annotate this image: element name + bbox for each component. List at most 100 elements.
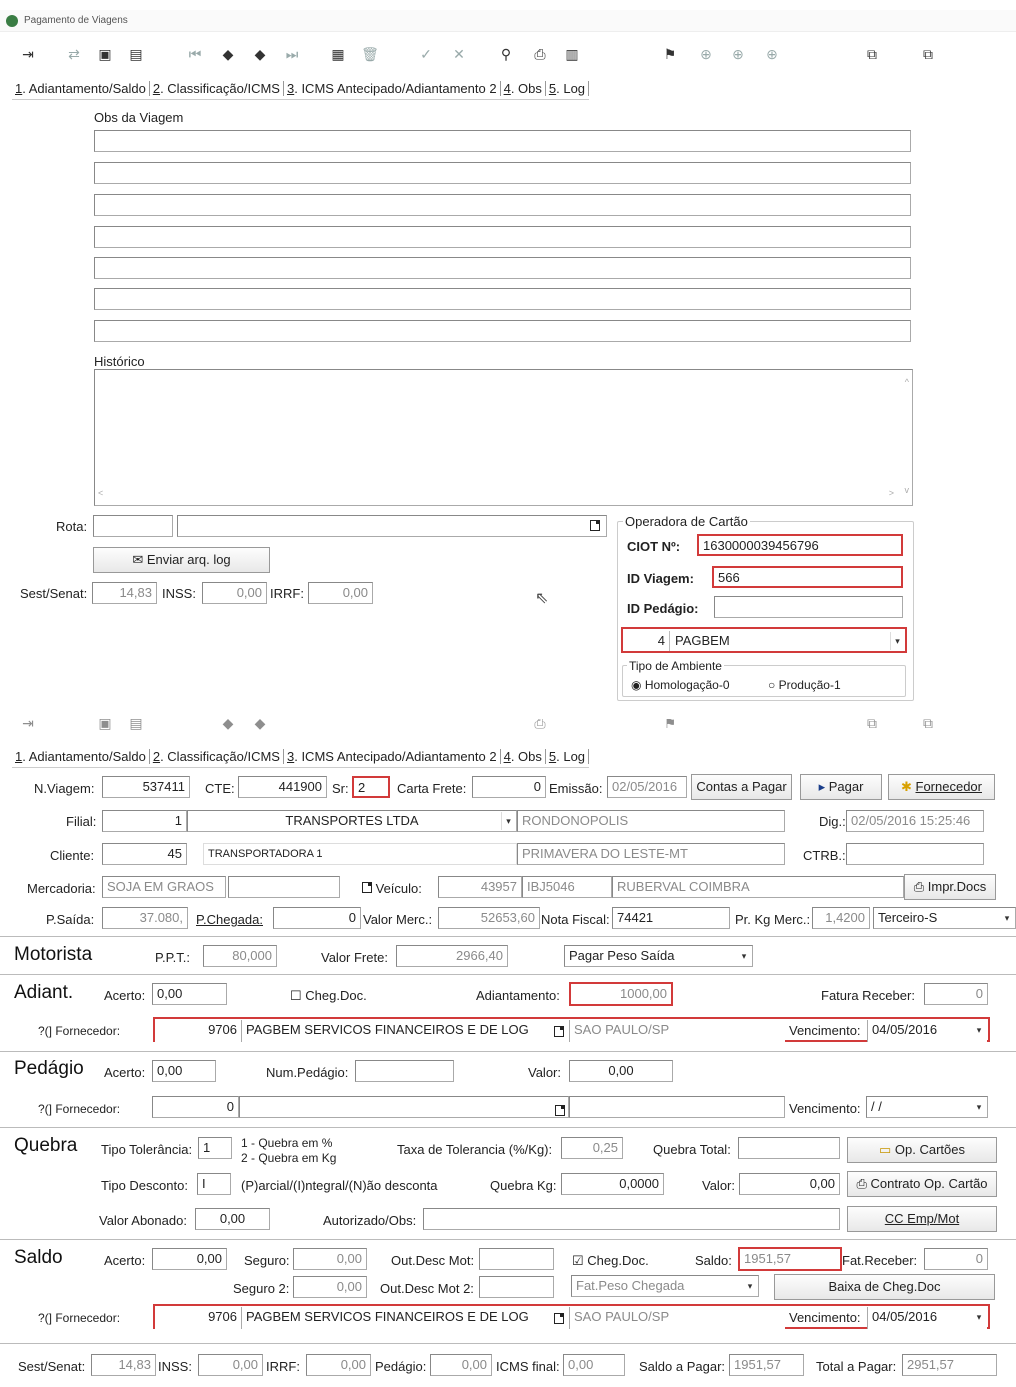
pedagio-acerto-input[interactable]: 0,00: [152, 1060, 216, 1082]
chevron-down-icon[interactable]: ▾: [1000, 909, 1014, 927]
obs-line-6[interactable]: [94, 288, 911, 310]
tab-log[interactable]: 5. Log: [546, 81, 590, 96]
radio-producao[interactable]: ○ Produção-1: [768, 678, 841, 692]
scroll-down-icon[interactable]: v: [905, 480, 910, 500]
users-icon[interactable]: ⚑: [660, 44, 680, 64]
contas-pagar-button[interactable]: Contas a Pagar: [691, 774, 792, 800]
inss-input[interactable]: 0,00: [202, 582, 267, 604]
tab-icms[interactable]: 3. ICMS Antecipado/Adiantamento 2: [284, 749, 501, 764]
obs-line-4[interactable]: [94, 226, 911, 248]
historico-textarea[interactable]: ^ v < >: [94, 369, 913, 506]
enviar-log-button[interactable]: ✉ Enviar arq. log: [93, 547, 270, 573]
tab-obs[interactable]: 4. Obs: [500, 81, 546, 96]
rota-code-input[interactable]: [93, 515, 173, 537]
obs-line-7[interactable]: [94, 320, 911, 342]
seguro2-input[interactable]: 0,00: [293, 1276, 367, 1298]
numpedagio-input[interactable]: [355, 1060, 454, 1082]
tab-adiantamento[interactable]: 1. Adiantamento/Saldo: [12, 81, 150, 96]
zoom-in-icon[interactable]: ⊕: [728, 44, 748, 64]
document-icon[interactable]: [555, 1105, 565, 1116]
next-record-icon[interactable]: ◆: [250, 44, 270, 64]
cte-input[interactable]: 441900: [238, 776, 327, 798]
new-icon[interactable]: ▤: [126, 44, 146, 64]
tab-classificacao[interactable]: 2. Classificação/ICMS: [150, 749, 284, 764]
prev-record-icon[interactable]: ◆: [218, 44, 238, 64]
tab-icms[interactable]: 3. ICMS Antecipado/Adiantamento 2: [284, 81, 501, 96]
filial-name-select[interactable]: TRANSPORTES LTDA ▾: [187, 810, 517, 832]
nviagem-input[interactable]: 537411: [102, 776, 190, 798]
prkg-input[interactable]: 1,4200: [812, 907, 870, 929]
rota-name-input[interactable]: [177, 515, 607, 537]
fornecedor-button[interactable]: ✱ Fornecedor: [888, 774, 995, 800]
prev-record-icon[interactable]: ◆: [218, 719, 238, 731]
veiculo-label[interactable]: Veículo:: [362, 881, 422, 896]
op-cartoes-button[interactable]: ▭ Op. Cartões: [847, 1137, 997, 1163]
footer-inss-input[interactable]: 0,00: [198, 1354, 263, 1376]
calculator-icon[interactable]: ▥: [562, 44, 582, 64]
quebra-kg-input[interactable]: 0,0000: [561, 1173, 664, 1195]
fat-peso-select[interactable]: Fat.Peso Chegada ▾: [571, 1275, 759, 1297]
pchegada-input[interactable]: 0: [273, 907, 361, 929]
zoom-icon[interactable]: ⊕: [696, 44, 716, 64]
adiant-forn-code[interactable]: 9706: [155, 1020, 242, 1042]
fatura-input[interactable]: 0: [924, 983, 988, 1005]
pagar-button[interactable]: ▸ Pagar: [800, 774, 882, 800]
valormerc-input[interactable]: 52653,60: [438, 907, 540, 929]
idpedagio-input[interactable]: [714, 596, 903, 618]
chevron-down-icon[interactable]: ▾: [972, 1308, 986, 1326]
chevron-down-icon[interactable]: ▾: [501, 812, 515, 830]
scroll-right-icon[interactable]: >: [889, 483, 894, 503]
sest-input[interactable]: 14,83: [92, 582, 157, 604]
footer-icms-input[interactable]: 0,00: [563, 1354, 625, 1376]
open-icon[interactable]: ▣: [95, 44, 115, 64]
edit-icon[interactable]: ▦: [328, 44, 348, 64]
pchegada-label[interactable]: P.Chegada:: [196, 912, 263, 927]
irrf-input[interactable]: 0,00: [308, 582, 373, 604]
adiant-acerto-input[interactable]: 0,00: [152, 983, 227, 1005]
document-icon[interactable]: [554, 1313, 564, 1324]
chevron-down-icon[interactable]: ▾: [972, 1098, 986, 1116]
tab-classificacao[interactable]: 2. Classificação/ICMS: [150, 81, 284, 96]
cliente-code-input[interactable]: 45: [102, 843, 187, 865]
print-icon[interactable]: ⎙: [530, 44, 550, 64]
saldo-acerto-input[interactable]: 0,00: [152, 1248, 227, 1270]
saldo-forn-code[interactable]: 9706: [155, 1307, 242, 1329]
pedagio-forn-code[interactable]: 0: [152, 1096, 239, 1118]
copy-icon[interactable]: ⧉: [862, 719, 882, 731]
radio-homologacao[interactable]: ◉ Homologação-0: [631, 678, 730, 692]
frete-input[interactable]: 2966,40: [396, 945, 508, 967]
baixa-cheg-doc-button[interactable]: Baixa de Cheg.Doc: [774, 1274, 995, 1300]
delete-icon[interactable]: 🗑: [360, 44, 380, 64]
print-icon[interactable]: ⎙: [530, 719, 550, 731]
filial-code-input[interactable]: 1: [102, 810, 187, 832]
new-icon[interactable]: ▤: [126, 719, 146, 731]
autorizado-input[interactable]: [423, 1208, 840, 1230]
scroll-up-icon[interactable]: ^: [905, 372, 909, 392]
contrato-op-cartao-button[interactable]: ⎙ Contrato Op. Cartão: [847, 1171, 997, 1197]
document-icon[interactable]: [554, 1026, 564, 1037]
pedagio-valor-input[interactable]: 0,00: [569, 1060, 673, 1082]
outdesc2-input[interactable]: [479, 1276, 554, 1298]
mercadoria-extra-input[interactable]: [228, 876, 340, 898]
sr-input[interactable]: 2: [352, 776, 390, 798]
ppt-input[interactable]: 80,000: [203, 945, 277, 967]
tab-obs[interactable]: 4. Obs: [501, 749, 546, 764]
paste-icon[interactable]: ⧉: [918, 719, 938, 731]
search-icon[interactable]: ⚲: [496, 44, 516, 64]
obs-line-5[interactable]: [94, 257, 911, 279]
idviagem-input[interactable]: 566: [712, 566, 903, 588]
cc-emp-mot-button[interactable]: CC Emp/Mot: [847, 1206, 997, 1232]
outdesc-input[interactable]: [479, 1248, 554, 1270]
chevron-down-icon[interactable]: ▾: [972, 1021, 986, 1039]
obs-line-2[interactable]: [94, 162, 911, 184]
chevron-down-icon[interactable]: ▾: [890, 632, 904, 650]
ctrb-input[interactable]: [846, 843, 984, 865]
adiant-venc-select[interactable]: 04/05/2016 ▾: [867, 1020, 987, 1042]
quebra-total-input[interactable]: [738, 1137, 840, 1159]
tipodesc-input[interactable]: I: [197, 1173, 231, 1195]
first-record-icon[interactable]: ⏮: [185, 44, 205, 64]
scroll-left-icon[interactable]: <: [98, 483, 103, 503]
ciot-input[interactable]: 1630000039456796: [697, 534, 903, 556]
saldo-fornecedor-label[interactable]: ?(] Fornecedor:: [38, 1311, 120, 1325]
impr-docs-button[interactable]: ⎙ Impr.Docs: [904, 874, 996, 900]
